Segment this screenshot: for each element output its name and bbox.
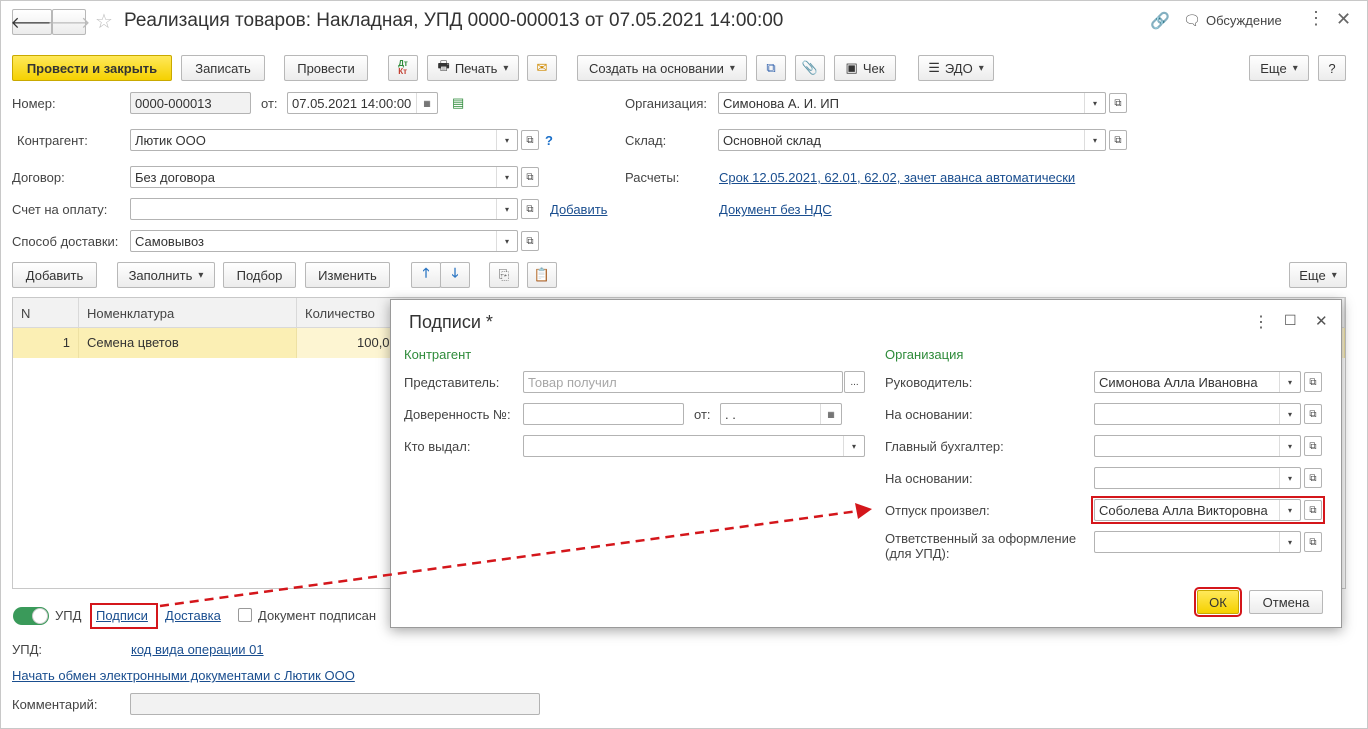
annotation-arrow [159, 503, 872, 608]
arrow-line [159, 509, 859, 608]
arrow-head-icon [855, 503, 872, 519]
